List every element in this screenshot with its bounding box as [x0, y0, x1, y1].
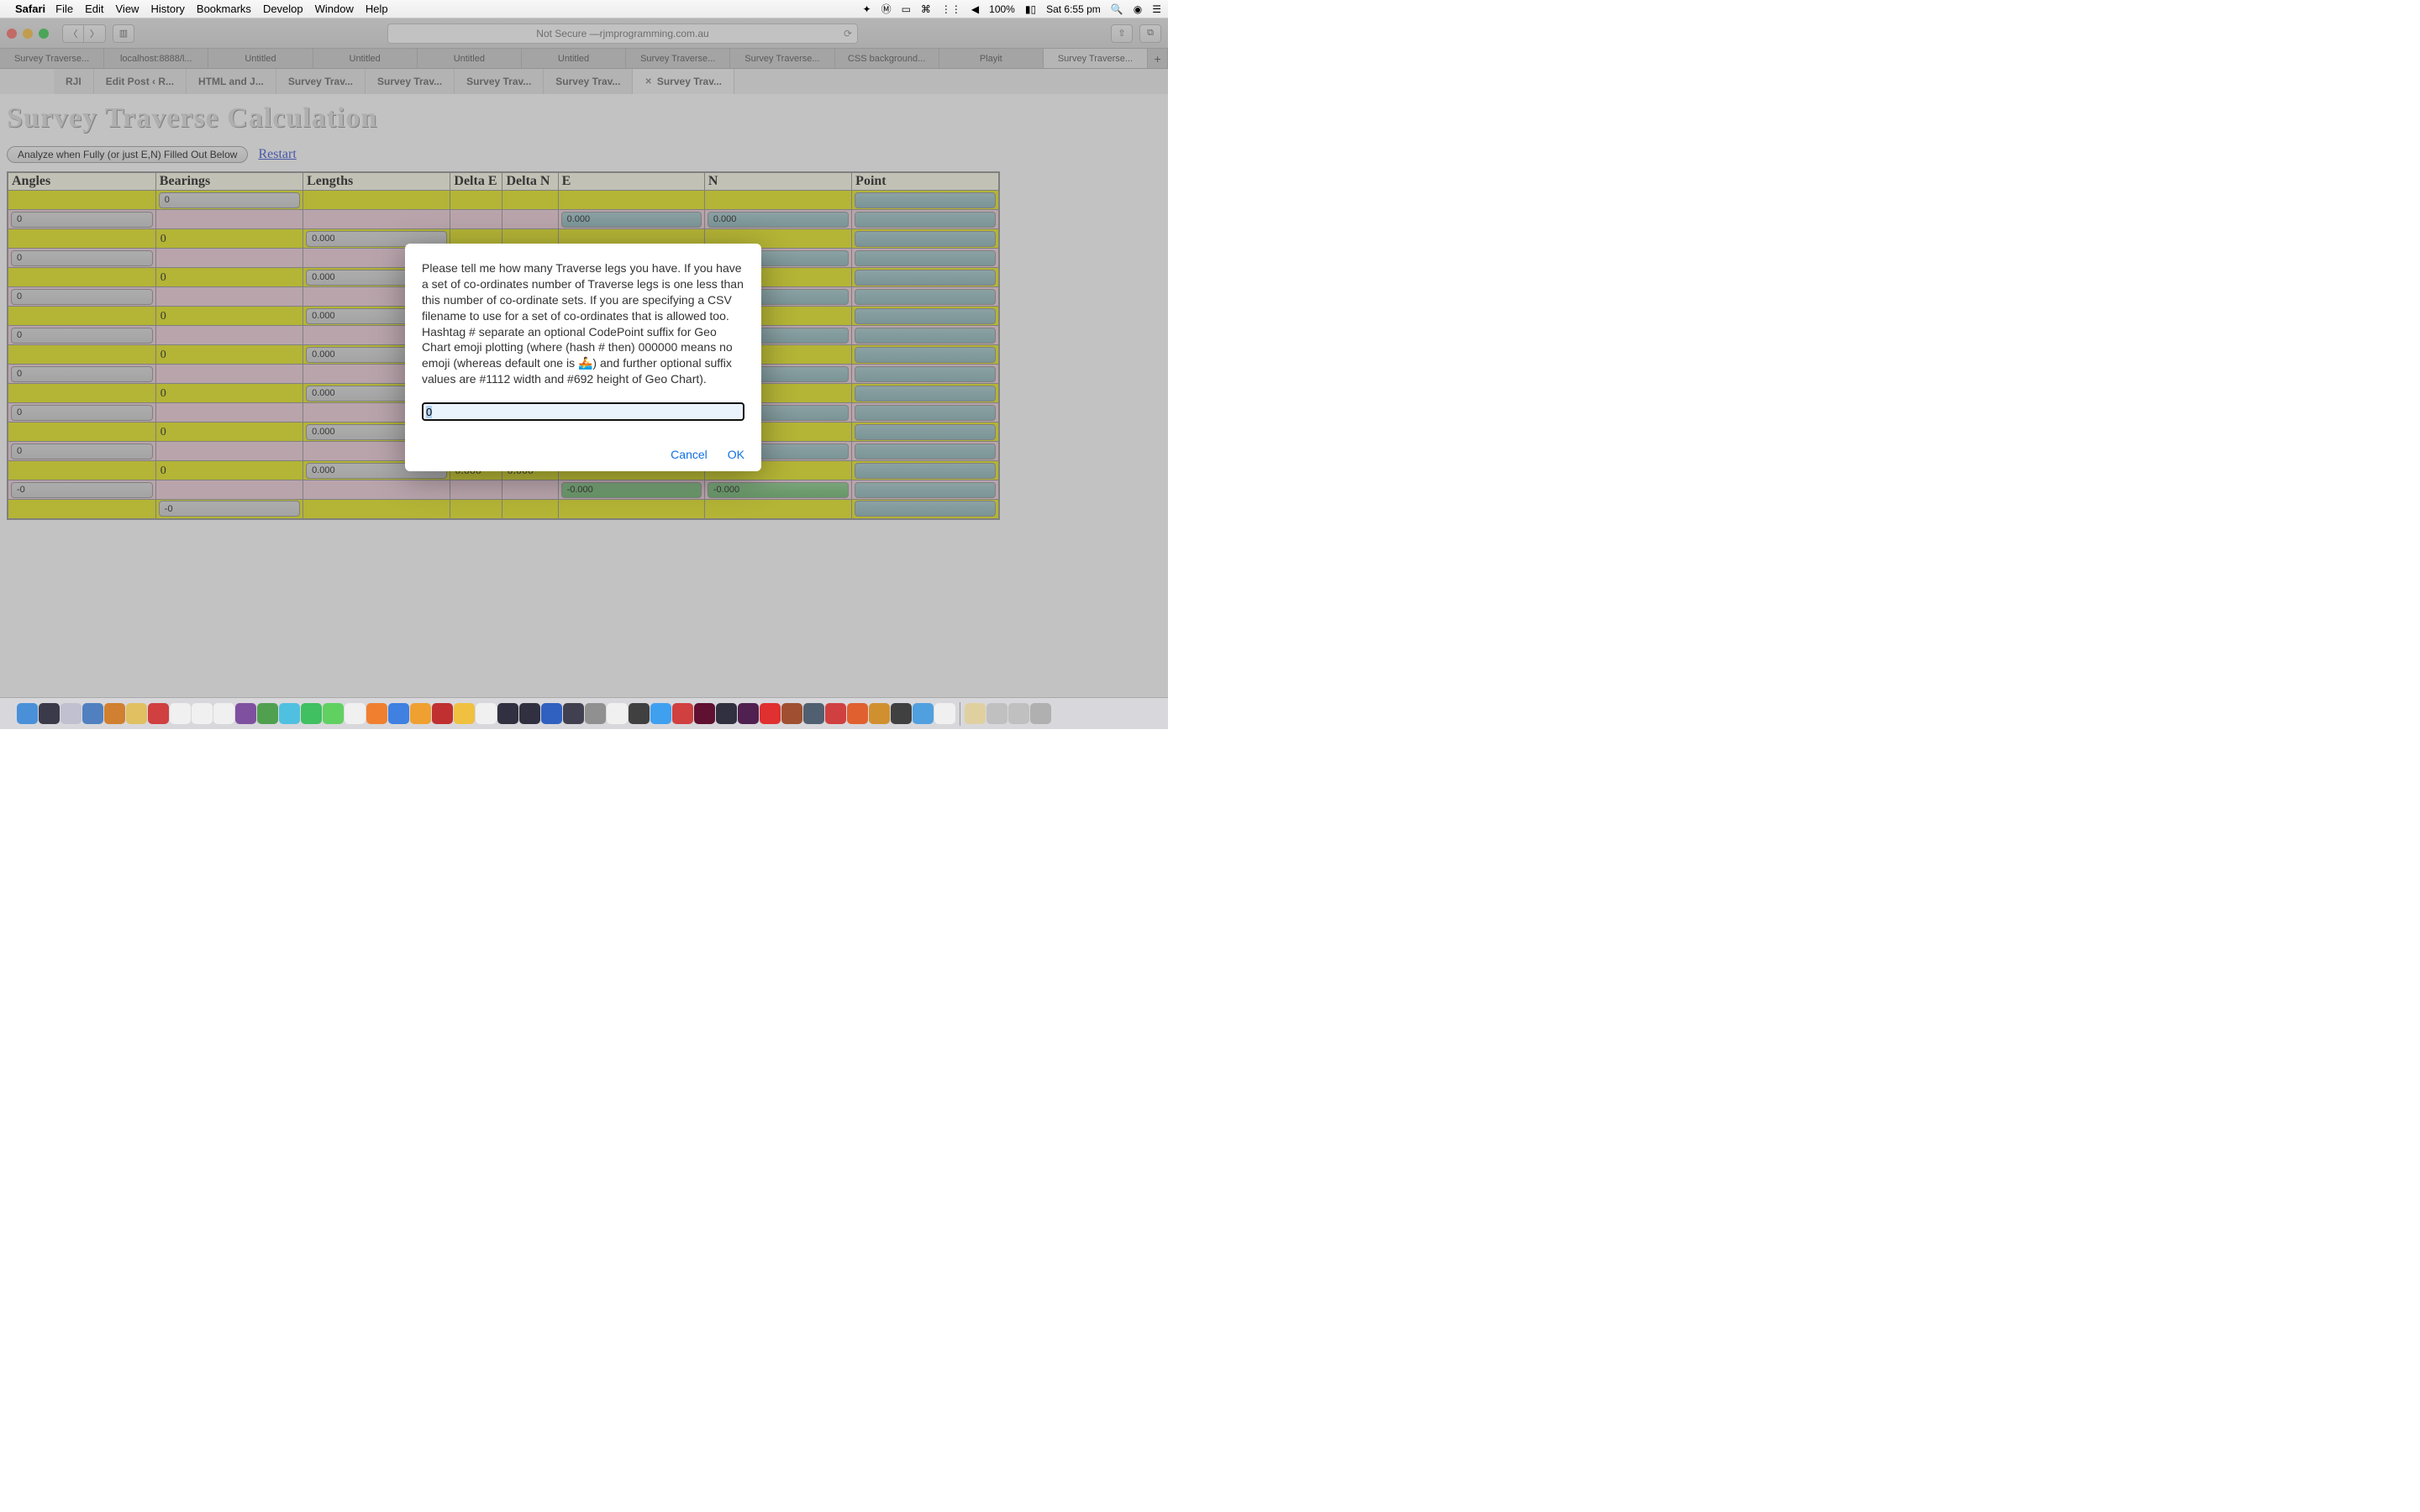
dock-app-icon[interactable] [454, 703, 475, 724]
dock-app-icon[interactable] [1030, 703, 1051, 724]
menu-help[interactable]: Help [366, 3, 388, 15]
dock-app-icon[interactable] [738, 703, 759, 724]
dock-app-icon[interactable] [672, 703, 693, 724]
prompt-dialog: Please tell me how many Traverse legs yo… [405, 244, 761, 471]
dock-app-icon[interactable] [497, 703, 518, 724]
dock-app-icon[interactable] [126, 703, 147, 724]
dock-app-icon[interactable] [913, 703, 934, 724]
dock-app-icon[interactable] [301, 703, 322, 724]
battery-text: 100% [989, 3, 1015, 15]
dock-app-icon[interactable] [432, 703, 453, 724]
volume-icon[interactable]: ◀ [971, 3, 979, 15]
dock-app-icon[interactable] [345, 703, 366, 724]
dock-app-icon[interactable] [279, 703, 300, 724]
dock-app-icon[interactable] [650, 703, 671, 724]
menu-view[interactable]: View [116, 3, 139, 15]
dialog-input[interactable] [422, 402, 744, 421]
dock-app-icon[interactable] [847, 703, 868, 724]
dock-app-icon[interactable] [1008, 703, 1029, 724]
dock-app-icon[interactable] [148, 703, 169, 724]
dock-app-icon[interactable] [629, 703, 650, 724]
app-name[interactable]: Safari [15, 3, 45, 15]
dock-app-icon[interactable] [213, 703, 234, 724]
menu-history[interactable]: History [150, 3, 184, 15]
bluetooth-icon[interactable]: ⌘ [921, 3, 931, 15]
dock-app-icon[interactable] [607, 703, 628, 724]
wifi-icon[interactable]: ⋮⋮ [941, 3, 961, 15]
dock-app-icon[interactable] [694, 703, 715, 724]
dock-app-icon[interactable] [192, 703, 213, 724]
dock-app-icon[interactable] [60, 703, 82, 724]
dock-app-icon[interactable] [563, 703, 584, 724]
dock-app-icon[interactable] [388, 703, 409, 724]
dock-app-icon[interactable] [803, 703, 824, 724]
dock-app-icon[interactable] [39, 703, 60, 724]
battery-icon[interactable]: ▮▯ [1025, 3, 1036, 15]
dock-app-icon[interactable] [235, 703, 256, 724]
dock-app-icon[interactable] [17, 703, 38, 724]
dock [0, 697, 1168, 729]
dock-app-icon[interactable] [104, 703, 125, 724]
menu-develop[interactable]: Develop [263, 3, 303, 15]
menu-edit[interactable]: Edit [85, 3, 103, 15]
dock-app-icon[interactable] [82, 703, 103, 724]
ok-button[interactable]: OK [728, 448, 744, 461]
dock-app-icon[interactable] [585, 703, 606, 724]
dock-app-icon[interactable] [323, 703, 344, 724]
menubar: Safari File Edit View History Bookmarks … [0, 0, 1168, 18]
dock-app-icon[interactable] [760, 703, 781, 724]
clock[interactable]: Sat 6:55 pm [1046, 3, 1101, 15]
menu-window[interactable]: Window [315, 3, 354, 15]
status-icon-2[interactable]: Ⓜ [881, 2, 892, 16]
notification-icon[interactable]: ☰ [1152, 3, 1161, 15]
dock-app-icon[interactable] [869, 703, 890, 724]
dock-app-icon[interactable] [410, 703, 431, 724]
dock-app-icon[interactable] [986, 703, 1007, 724]
menu-bookmarks[interactable]: Bookmarks [197, 3, 251, 15]
dock-app-icon[interactable] [541, 703, 562, 724]
dock-app-icon[interactable] [519, 703, 540, 724]
display-icon[interactable]: ▭ [902, 3, 911, 15]
dock-app-icon[interactable] [891, 703, 912, 724]
spotlight-icon[interactable]: 🔍 [1111, 3, 1123, 15]
dock-app-icon[interactable] [781, 703, 802, 724]
dock-app-icon[interactable] [965, 703, 986, 724]
dock-app-icon[interactable] [934, 703, 955, 724]
dock-app-icon[interactable] [366, 703, 387, 724]
dock-app-icon[interactable] [476, 703, 497, 724]
dock-app-icon[interactable] [257, 703, 278, 724]
dock-app-icon[interactable] [825, 703, 846, 724]
dock-app-icon[interactable] [170, 703, 191, 724]
dialog-message: Please tell me how many Traverse legs yo… [422, 260, 744, 387]
status-icon-1[interactable]: ✦ [863, 3, 871, 15]
cancel-button[interactable]: Cancel [671, 448, 708, 461]
menu-file[interactable]: File [55, 3, 73, 15]
siri-icon[interactable]: ◉ [1134, 3, 1142, 15]
dock-app-icon[interactable] [716, 703, 737, 724]
